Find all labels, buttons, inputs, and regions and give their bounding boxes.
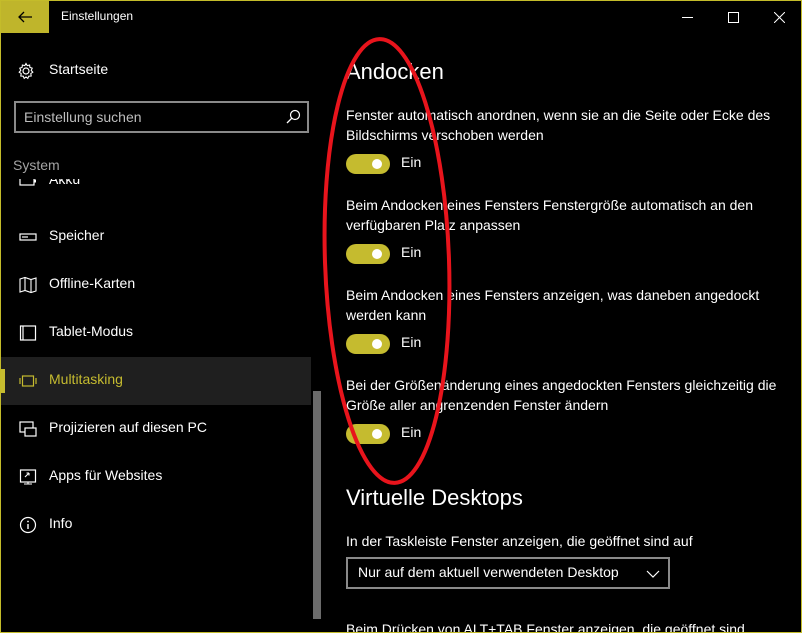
toggle-knob <box>372 249 382 259</box>
sidebar-item-label: Info <box>49 515 73 531</box>
snap-option-3-toggle[interactable] <box>346 334 390 354</box>
snap-option-2-text: Beim Andocken eines Fensters Fenstergröß… <box>346 197 753 233</box>
snap-option-4-toggle[interactable] <box>346 424 390 444</box>
virtual-desktops-section-title: Virtuelle Desktops <box>346 485 523 510</box>
window-title: Einstellungen <box>61 9 134 23</box>
sidebar-group-label: System <box>13 157 60 173</box>
sidebar-item-label: Apps für Websites <box>49 467 163 483</box>
dropdown-selected-value: Nur auf dem aktuell verwendeten Desktop <box>358 564 619 580</box>
sidebar-item-label: Offline-Karten <box>49 275 136 291</box>
toggle-state-label: Ein <box>401 334 422 350</box>
storage-icon <box>19 233 37 241</box>
snap-option-1-text: Fenster automatisch anordnen, wenn sie a… <box>346 107 771 143</box>
snap-option-4-text: Bei der Größenänderung eines angedockten… <box>346 377 777 413</box>
close-icon <box>773 11 785 23</box>
toggle-knob <box>372 429 382 439</box>
toggle-knob <box>372 159 382 169</box>
settings-window: Einstellungen Startseite System <box>0 0 802 633</box>
snap-option-2-toggle[interactable] <box>346 244 390 264</box>
multitasking-icon <box>19 375 37 387</box>
search-icon[interactable] <box>285 109 301 125</box>
toggle-state-label: Ein <box>401 424 422 440</box>
sidebar: Startseite System Akku <box>1 33 323 632</box>
toggle-state-label: Ein <box>401 244 422 260</box>
main-content: Andocken Fenster automatisch anordnen, w… <box>323 33 801 633</box>
sidebar-item-apps-fuer-websites[interactable]: Apps für Websites <box>1 453 311 501</box>
toggle-knob <box>372 339 382 349</box>
snap-section-title: Andocken <box>346 59 444 84</box>
minimize-button[interactable] <box>664 1 710 33</box>
sidebar-item-label: Multitasking <box>49 371 123 387</box>
sidebar-scrollbar[interactable] <box>311 179 323 632</box>
snap-option-1-toggle[interactable] <box>346 154 390 174</box>
snap-option-2-toggle-row: Ein <box>346 244 546 266</box>
snap-option-3-text: Beim Andocken eines Fensters anzeigen, w… <box>346 287 760 323</box>
arrow-left-icon <box>18 11 32 23</box>
maximize-icon <box>727 11 739 23</box>
info-icon <box>19 516 37 534</box>
sidebar-item-label: Speicher <box>49 227 105 243</box>
search-input[interactable] <box>24 107 274 127</box>
sidebar-item-akku[interactable]: Akku <box>1 179 311 205</box>
snap-option-1-toggle-row: Ein <box>346 154 546 176</box>
taskbar-windows-label: In der Taskleiste Fenster anzeigen, die … <box>346 533 693 549</box>
tablet-icon <box>19 325 37 341</box>
sidebar-item-tablet-modus[interactable]: Tablet-Modus <box>1 309 311 357</box>
sidebar-item-info[interactable]: Info <box>1 501 311 549</box>
toggle-state-label: Ein <box>401 154 422 170</box>
sidebar-item-home[interactable]: Startseite <box>1 53 323 89</box>
sidebar-item-multitasking[interactable]: Multitasking <box>1 357 311 405</box>
selection-indicator <box>1 369 5 393</box>
snap-option-4-toggle-row: Ein <box>346 424 546 446</box>
minimize-icon <box>681 16 693 18</box>
sidebar-item-projizieren[interactable]: Projizieren auf diesen PC <box>1 405 311 453</box>
alttab-windows-label: Beim Drücken von ALT+TAB Fenster anzeige… <box>346 621 745 633</box>
back-button[interactable] <box>1 1 49 33</box>
sidebar-home-label: Startseite <box>49 61 109 77</box>
close-button[interactable] <box>756 1 801 33</box>
search-box[interactable] <box>14 101 309 133</box>
chevron-down-icon <box>646 570 660 578</box>
scrollbar-thumb[interactable] <box>313 391 321 619</box>
sidebar-item-label: Akku <box>49 179 81 187</box>
apps-websites-icon <box>19 469 37 485</box>
gear-icon <box>18 62 34 80</box>
sidebar-item-label: Projizieren auf diesen PC <box>49 419 207 435</box>
snap-option-3-toggle-row: Ein <box>346 334 546 356</box>
sidebar-nav-list: Akku Speicher Offline-Karten Tablet-Modu… <box>1 179 311 632</box>
title-bar: Einstellungen <box>1 1 801 33</box>
taskbar-windows-dropdown[interactable]: Nur auf dem aktuell verwendeten Desktop <box>346 557 670 589</box>
project-icon <box>19 421 37 437</box>
sidebar-item-offline-karten[interactable]: Offline-Karten <box>1 261 311 309</box>
maximize-button[interactable] <box>710 1 756 33</box>
map-icon <box>19 276 37 294</box>
battery-icon <box>19 179 36 186</box>
sidebar-item-speicher[interactable]: Speicher <box>1 213 311 261</box>
sidebar-item-label: Tablet-Modus <box>49 323 134 339</box>
